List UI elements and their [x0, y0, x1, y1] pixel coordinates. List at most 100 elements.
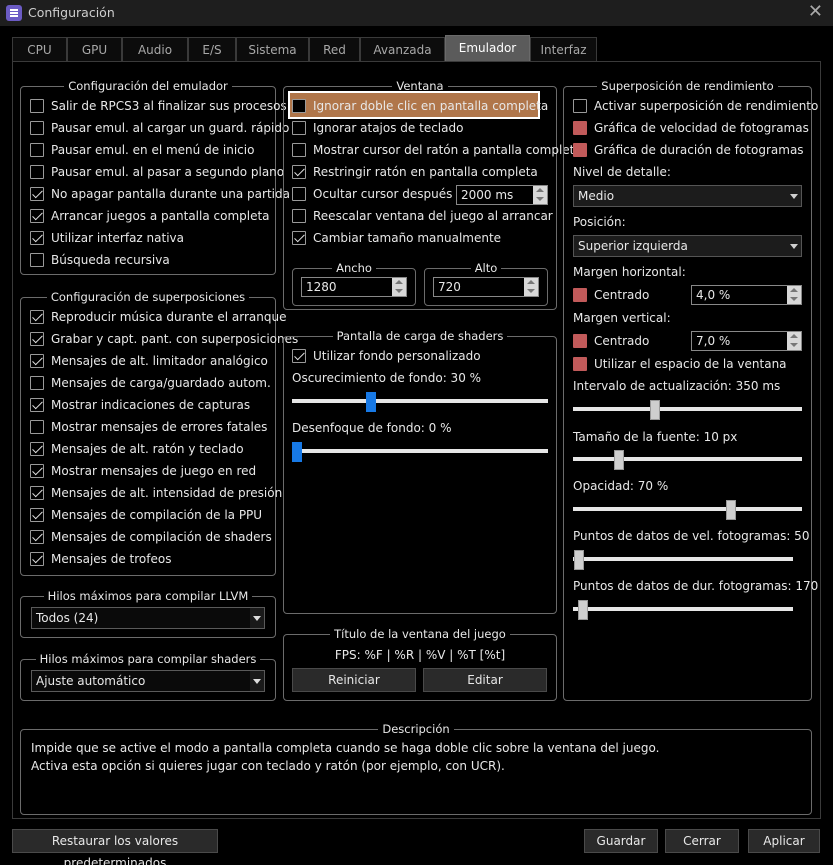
tab-cpu[interactable]: CPU — [12, 37, 67, 62]
tab-io[interactable]: E/S — [188, 37, 236, 62]
chevron-down-icon — [250, 608, 264, 628]
fps-points-slider[interactable] — [573, 550, 793, 570]
checkbox-box[interactable] — [30, 486, 44, 500]
checkbox-box[interactable] — [30, 231, 44, 245]
hide-cursor-delay-input[interactable]: 2000 ms — [456, 185, 548, 205]
close-window-icon[interactable]: ✕ — [808, 1, 823, 22]
game-window-title-group: Título de la ventana del juego FPS: %F |… — [283, 627, 557, 701]
checkbox-box[interactable] — [30, 420, 44, 434]
checkbox-label: Mensajes de compilación de shaders — [51, 530, 272, 544]
margin-h-input[interactable]: 4,0 % — [691, 285, 802, 305]
description-group: Descripción Impide que se active el modo… — [20, 722, 812, 815]
group-title: Hilos máximos para compilar LLVM — [43, 589, 253, 603]
slider-handle[interactable] — [577, 600, 588, 620]
checkbox-box[interactable] — [573, 143, 587, 157]
tab-audio[interactable]: Audio — [122, 37, 188, 62]
frametime-points-slider[interactable] — [573, 600, 793, 620]
spin-buttons[interactable] — [392, 278, 406, 296]
checkbox-label: Búsqueda recursiva — [51, 253, 170, 267]
llvm-threads-select[interactable]: Todos (24) — [31, 607, 265, 629]
checkbox-box[interactable] — [573, 99, 587, 113]
checkbox-box[interactable] — [573, 288, 587, 302]
checkbox-box[interactable] — [292, 349, 306, 363]
slider-handle[interactable] — [726, 500, 737, 520]
slider-handle[interactable] — [649, 400, 660, 420]
checkbox-box[interactable] — [292, 231, 306, 245]
checkbox-box[interactable] — [573, 357, 587, 371]
checkbox-label: Ocultar cursor después de — [313, 187, 472, 201]
slider-handle[interactable] — [614, 450, 625, 470]
window-title: Configuración — [28, 5, 115, 20]
checkbox-box[interactable] — [292, 143, 306, 157]
slider-handle[interactable] — [365, 392, 376, 412]
checkbox-box[interactable] — [30, 310, 44, 324]
apply-button[interactable]: Aplicar — [748, 829, 820, 853]
reset-title-button[interactable]: Reiniciar — [292, 668, 416, 692]
detail-level-select[interactable]: Medio — [573, 185, 802, 207]
checkbox-box[interactable] — [573, 121, 587, 135]
checkbox-box[interactable] — [30, 442, 44, 456]
opacity-slider[interactable] — [573, 500, 802, 520]
checkbox-box[interactable] — [292, 187, 306, 201]
checkbox-box[interactable] — [30, 99, 44, 113]
slider-track — [292, 449, 548, 453]
checkbox-box[interactable] — [30, 508, 44, 522]
checkbox-box[interactable] — [30, 530, 44, 544]
checkbox-box[interactable] — [30, 121, 44, 135]
position-select[interactable]: Superior izquierda — [573, 235, 802, 257]
checkbox-box[interactable] — [30, 143, 44, 157]
tab-gpu[interactable]: GPU — [67, 37, 122, 62]
checkbox-label: Pausar emul. al cargar un guard. rápido — [51, 121, 290, 135]
checkbox-box[interactable] — [30, 464, 44, 478]
checkbox-label: Mostrar cursor del ratón a pantalla comp… — [313, 143, 582, 157]
checkbox-label: Ignorar doble clic en pantalla completa — [313, 99, 549, 113]
tab-interface[interactable]: Interfaz — [530, 37, 597, 62]
margin-v-label: Margen vertical: — [573, 311, 671, 325]
checkbox-box[interactable] — [292, 209, 306, 223]
checkbox-label: Mostrar mensajes de errores fatales — [51, 420, 268, 434]
checkbox-box[interactable] — [573, 334, 587, 348]
checkbox-box[interactable] — [292, 99, 306, 113]
fps-points-label: Puntos de datos de vel. fotogramas: 50 — [573, 529, 810, 543]
width-input[interactable]: 1280 — [301, 277, 407, 297]
checkbox-box[interactable] — [30, 552, 44, 566]
checkbox-label: No apagar pantalla durante una partida — [51, 187, 290, 201]
spin-buttons[interactable] — [533, 186, 547, 204]
tab-system[interactable]: Sistema — [236, 37, 309, 62]
checkbox-box[interactable] — [30, 209, 44, 223]
checkbox-box[interactable] — [292, 121, 306, 135]
blur-slider[interactable] — [292, 442, 548, 462]
tab-advanced[interactable]: Avanzada — [360, 37, 445, 62]
spin-buttons[interactable] — [524, 278, 538, 296]
checkbox-box[interactable] — [30, 253, 44, 267]
checkbox-label: Ignorar atajos de teclado — [313, 121, 464, 135]
chevron-down-icon — [790, 194, 798, 199]
edit-title-button[interactable]: Editar — [423, 668, 547, 692]
restore-defaults-button[interactable]: Restaurar los valores predeterminados — [12, 829, 218, 865]
checkbox-box[interactable] — [30, 332, 44, 346]
checkbox-box[interactable] — [30, 376, 44, 390]
checkbox-box[interactable] — [292, 165, 306, 179]
save-button[interactable]: Guardar — [584, 829, 658, 853]
checkbox-box[interactable] — [30, 354, 44, 368]
slider-handle[interactable] — [292, 442, 302, 462]
checkbox-box[interactable] — [30, 187, 44, 201]
font-size-slider[interactable] — [573, 450, 802, 470]
margin-v-input[interactable]: 7,0 % — [691, 331, 802, 351]
slider-handle[interactable] — [573, 550, 584, 570]
slider-track — [573, 557, 793, 561]
tab-emulator[interactable]: Emulador — [445, 35, 530, 62]
slider-track — [292, 399, 548, 403]
shader-threads-select[interactable]: Ajuste automático — [31, 670, 265, 692]
update-interval-slider[interactable] — [573, 400, 802, 420]
checkbox-box[interactable] — [30, 165, 44, 179]
close-button[interactable]: Cerrar — [665, 829, 739, 853]
darkening-slider[interactable] — [292, 392, 548, 412]
spin-buttons[interactable] — [787, 286, 801, 304]
margin-h-value: 4,0 % — [696, 288, 731, 302]
spin-buttons[interactable] — [787, 332, 801, 350]
checkbox-box[interactable] — [30, 398, 44, 412]
tab-network[interactable]: Red — [309, 37, 360, 62]
height-input[interactable]: 720 — [433, 277, 539, 297]
description-line: Impide que se active el modo a pantalla … — [31, 741, 660, 755]
